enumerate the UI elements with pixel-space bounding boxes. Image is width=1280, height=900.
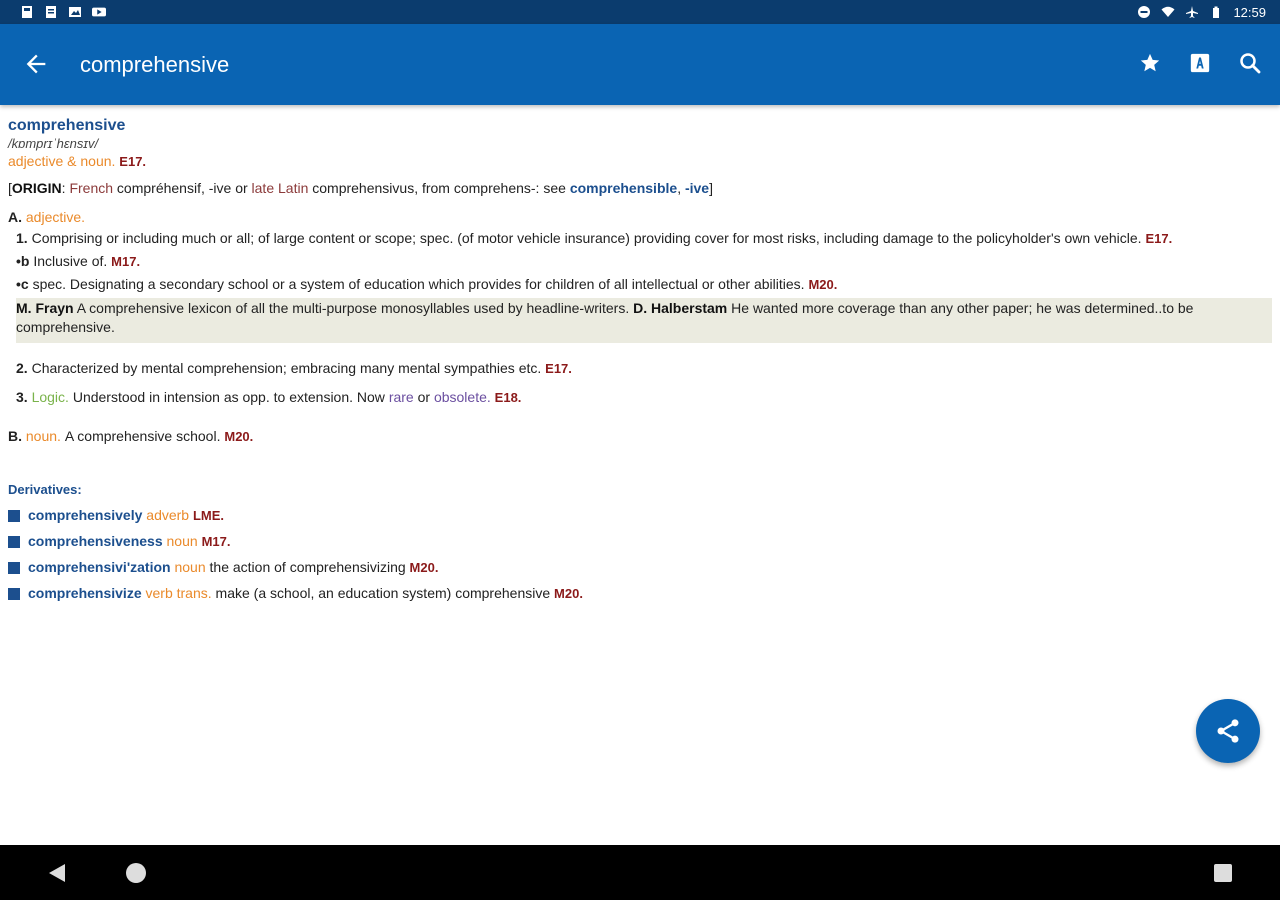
label-logic: Logic. (31, 389, 69, 405)
label-rare: rare (388, 389, 414, 405)
quote-author-1: M. Frayn (16, 300, 74, 316)
quote-text-1: A comprehensive lexicon of all the multi… (76, 300, 630, 316)
back-button[interactable] (22, 50, 50, 78)
font-size-button[interactable] (1188, 50, 1212, 76)
status-notifications (20, 5, 106, 19)
dnd-icon (1138, 6, 1151, 18)
airplane-icon (1186, 6, 1199, 18)
font-size-icon (1190, 53, 1210, 73)
image-icon (69, 7, 81, 17)
dictionary-entry: comprehensive /kɒmprɪˈhɛnsɪv/ adjective … (0, 105, 1280, 845)
derivatives-heading: Derivatives: (8, 482, 82, 497)
search-button[interactable] (1238, 50, 1262, 76)
bullet-icon (8, 587, 20, 600)
youtube-icon (92, 7, 106, 17)
search-icon (1240, 53, 1261, 74)
bullet-icon (8, 561, 20, 574)
app-bar: comprehensive (0, 24, 1280, 105)
pronunciation: /kɒmprɪˈhɛnsɪv/ (8, 136, 99, 151)
status-indicators: 12:59 (1137, 5, 1266, 20)
bullet-icon (8, 535, 20, 548)
origin-text-2: comprehensivus, from comprehens-: see (312, 180, 566, 196)
pos-label: adjective & noun. (8, 153, 116, 169)
sim-icon (22, 6, 32, 18)
nav-back-icon[interactable] (48, 863, 66, 883)
pos-line: adjective & noun. E17. (8, 152, 1272, 171)
bullet-icon (8, 509, 20, 522)
headword: comprehensive (8, 117, 126, 134)
sense-2: 2. Characterized by mental comprehension… (16, 360, 572, 376)
origin-lang-french[interactable]: French (69, 180, 113, 196)
quote-author-2: D. Halberstam (633, 300, 728, 316)
nav-recents-icon[interactable] (1214, 864, 1232, 882)
favorite-button[interactable] (1138, 50, 1162, 76)
sense-1c: •c spec. Designating a secondary school … (16, 276, 838, 292)
label-obsolete: obsolete. (433, 389, 491, 405)
link-ive[interactable]: -ive (685, 180, 709, 196)
derivative-item[interactable]: comprehensivi'zation noun the action of … (8, 558, 1272, 577)
origin-lang-latin[interactable]: late Latin (252, 180, 309, 196)
appbar-actions (1138, 50, 1262, 76)
derivative-item[interactable]: comprehensiveness noun M17. (8, 532, 1272, 551)
derivative-item[interactable]: comprehensively adverb LME. (8, 506, 1272, 525)
origin-label: ORIGIN (11, 180, 62, 196)
page-title: comprehensive (80, 52, 230, 77)
nav-home-icon[interactable] (126, 863, 146, 883)
clock: 12:59 (1233, 4, 1266, 20)
section-b: B. noun. A comprehensive school. M20. (8, 428, 254, 444)
system-nav-bar (0, 845, 1280, 900)
link-comprehensible[interactable]: comprehensible (570, 180, 677, 196)
section-a-heading: A. adjective. (8, 209, 86, 225)
origin: [ORIGIN: French compréhensif, -ive or la… (8, 180, 713, 196)
notes-icon (46, 6, 56, 18)
origin-text: compréhensif, -ive or (116, 180, 248, 196)
sense-1: 1. Comprising or including much or all; … (16, 230, 1173, 246)
battery-icon (1213, 6, 1220, 18)
arrow-left-icon (26, 54, 46, 74)
section-b-pos[interactable]: noun. (26, 428, 61, 444)
derivative-item[interactable]: comprehensivize verb trans. make (a scho… (8, 584, 1272, 603)
share-button[interactable] (1196, 699, 1260, 763)
status-bar: 12:59 (0, 0, 1280, 24)
sense-1b: •b Inclusive of. M17. (16, 253, 141, 269)
quotations: M. Frayn A comprehensive lexicon of all … (16, 298, 1272, 343)
wifi-icon (1161, 6, 1175, 17)
star-icon (1140, 53, 1160, 72)
date-label: E17. (119, 154, 147, 169)
section-a-pos[interactable]: adjective. (26, 209, 85, 225)
sense-3: 3. Logic. Understood in intension as opp… (16, 389, 522, 405)
share-icon (1217, 719, 1239, 743)
